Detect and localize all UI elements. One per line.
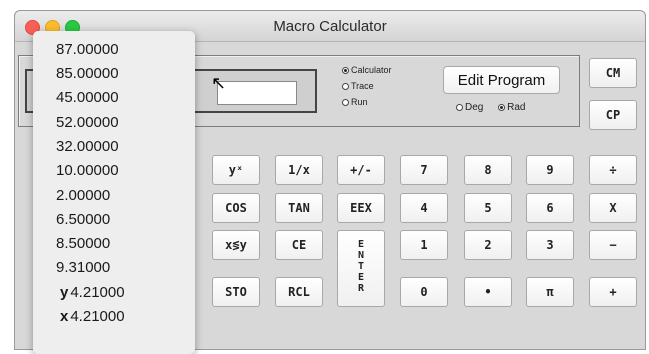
stack-value-item[interactable]: 2.00000	[56, 187, 110, 204]
stack-value-item[interactable]: 32.00000	[56, 138, 119, 155]
key-6[interactable]: 6	[526, 193, 574, 223]
mode-calculator-option[interactable]: Calculator	[342, 62, 392, 78]
mode-radio-group: Calculator Trace Run	[342, 62, 392, 110]
key-9[interactable]: 9	[526, 155, 574, 185]
stack-value-item[interactable]: 52.00000	[56, 114, 119, 131]
key-decimal-point[interactable]: •	[464, 277, 512, 307]
key-subtract[interactable]: −	[589, 230, 637, 260]
mode-calculator-label: Calculator	[351, 65, 392, 75]
key-4[interactable]: 4	[400, 193, 448, 223]
radio-icon[interactable]	[456, 103, 463, 111]
stack-value-item[interactable]: 85.00000	[56, 65, 119, 82]
key-8[interactable]: 8	[464, 155, 512, 185]
register-x-label: x	[60, 308, 69, 325]
key-cos[interactable]: COS	[212, 193, 260, 223]
key-enter[interactable]: ENTER	[337, 230, 385, 307]
register-y-value: 4.21000	[70, 284, 125, 301]
key-1[interactable]: 1	[400, 230, 448, 260]
angle-rad-option[interactable]: Rad	[498, 102, 526, 113]
cm-button[interactable]: CM	[589, 58, 637, 88]
mode-run-label: Run	[351, 97, 368, 107]
stack-value-item[interactable]: 87.00000	[56, 41, 119, 58]
key-eex[interactable]: EEX	[337, 193, 385, 223]
mode-trace-option[interactable]: Trace	[342, 78, 392, 94]
key-pi[interactable]: π	[526, 277, 574, 307]
radio-icon[interactable]	[342, 83, 349, 91]
mode-run-option[interactable]: Run	[342, 94, 392, 110]
key-divide[interactable]: ÷	[589, 155, 637, 185]
key-7[interactable]: 7	[400, 155, 448, 185]
key-recall[interactable]: RCL	[275, 277, 323, 307]
key-5[interactable]: 5	[464, 193, 512, 223]
angle-radio-group: Deg Rad	[456, 102, 538, 113]
angle-deg-label: Deg	[465, 102, 484, 113]
stack-value-item[interactable]: 10.00000	[56, 162, 119, 179]
key-2[interactable]: 2	[464, 230, 512, 260]
mouse-pointer-icon: ↖	[211, 73, 227, 93]
edit-program-button[interactable]: Edit Program	[443, 66, 560, 94]
radio-icon[interactable]	[342, 99, 349, 107]
stack-register-x[interactable]: x 4.21000	[60, 308, 125, 325]
stack-value-item[interactable]: 9.31000	[56, 259, 110, 276]
mode-trace-label: Trace	[351, 81, 374, 91]
key-add[interactable]: +	[589, 277, 637, 307]
display-field[interactable]	[217, 81, 297, 105]
stack-register-y[interactable]: y 4.21000	[60, 284, 125, 301]
register-x-value: 4.21000	[70, 308, 125, 325]
angle-rad-label: Rad	[507, 102, 526, 113]
stack-value-item[interactable]: 45.00000	[56, 89, 119, 106]
key-store[interactable]: STO	[212, 277, 260, 307]
key-reciprocal[interactable]: 1/x	[275, 155, 323, 185]
key-y-power-x[interactable]: yˣ	[212, 155, 260, 185]
register-y-label: y	[60, 284, 69, 301]
angle-deg-option[interactable]: Deg	[456, 102, 483, 113]
key-3[interactable]: 3	[526, 230, 574, 260]
key-swap-xy[interactable]: x≶y	[212, 230, 260, 260]
cp-button[interactable]: CP	[589, 100, 637, 130]
stack-value-item[interactable]: 6.50000	[56, 211, 110, 228]
enter-label: ENTER	[357, 239, 365, 294]
key-change-sign[interactable]: +/-	[337, 155, 385, 185]
key-tan[interactable]: TAN	[275, 193, 323, 223]
stack-popup-menu: 87.00000 85.00000 45.00000 52.00000 32.0…	[33, 31, 195, 354]
key-multiply[interactable]: X	[589, 193, 637, 223]
radio-selected-icon[interactable]	[498, 103, 506, 111]
key-0[interactable]: 0	[400, 277, 448, 307]
radio-selected-icon[interactable]	[342, 67, 349, 75]
stack-value-item[interactable]: 8.50000	[56, 235, 110, 252]
key-clear-entry[interactable]: CE	[275, 230, 323, 260]
